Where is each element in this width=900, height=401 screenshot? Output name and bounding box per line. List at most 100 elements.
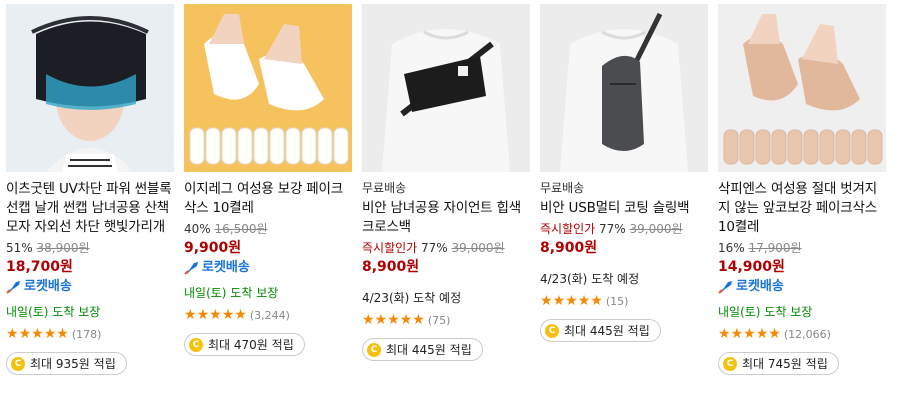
rocket-label: 로켓배송 (24, 279, 72, 294)
original-price: 16,500원 (214, 222, 268, 236)
rocket-badge: 로켓배송 (6, 278, 174, 296)
rating: ★ ★ ★ ★ ★ (15) (540, 293, 708, 309)
product-card[interactable]: 삭피엔스 여성용 절대 벗겨지지 않는 앞코보강 페이크삭스 10켤레 16% … (718, 4, 886, 375)
rocket-label: 로켓배송 (736, 279, 784, 294)
review-count: (3,244) (249, 308, 290, 322)
review-count: (75) (427, 313, 451, 327)
product-image[interactable] (540, 4, 708, 172)
points-badge: C 최대 445원 적립 (362, 338, 483, 361)
star-icon: ★ (730, 326, 744, 342)
instant-discount-label: 즉시할인가 (540, 222, 596, 236)
star-icon: ★ (743, 326, 756, 342)
rocket-icon (718, 281, 732, 294)
product-image[interactable] (184, 4, 352, 172)
rating: ★ ★ ★ ★ ★ (75) (362, 312, 530, 328)
product-card[interactable]: 이츠굿텐 UV차단 파워 썬블록 선캡 날개 썬캡 남녀공용 산책모자 자외선 … (6, 4, 174, 375)
sale-price: 8,900원 (540, 240, 598, 256)
rocket-badge: 로켓배송 (718, 278, 886, 296)
discount-rate: 77% (599, 222, 626, 236)
original-price: 39,000원 (629, 222, 683, 236)
star-icon: ★ (552, 293, 566, 309)
free-shipping-tag: 무료배송 (362, 181, 407, 195)
star-icon: ★ (755, 326, 769, 342)
product-grid: 이츠굿텐 UV차단 파워 썬블록 선캡 날개 썬캡 남녀공용 산책모자 자외선 … (0, 0, 900, 401)
original-price: 38,900원 (36, 241, 90, 255)
coin-icon: C (11, 356, 25, 371)
star-icon: ★ (6, 326, 19, 342)
star-icon: ★ (31, 326, 44, 342)
star-icon: ★ (18, 326, 32, 342)
star-icon: ★ (718, 326, 731, 342)
star-icon: ★ (43, 326, 57, 342)
product-title[interactable]: 비안 USB멀티 코팅 슬링백 (540, 199, 708, 218)
product-title[interactable]: 삭피엔스 여성용 절대 벗겨지지 않는 앞코보강 페이크삭스 10켤레 (718, 180, 886, 237)
delivery-info: 내일(토) 도착 보장 (718, 305, 813, 319)
points-label: 최대 745원 적립 (742, 357, 828, 371)
product-card[interactable]: 이지레그 여성용 보강 페이크삭스 10켤레 40% 16,500원 9,900… (184, 4, 352, 356)
star-icon: ★ (577, 293, 591, 309)
product-image[interactable] (362, 4, 530, 172)
coin-icon: C (723, 356, 737, 371)
price-row: 즉시할인가 77% 39,000원 (540, 221, 708, 237)
star-icon: ★ (234, 307, 247, 323)
product-title[interactable]: 이츠굿텐 UV차단 파워 썬블록 선캡 날개 썬캡 남녀공용 산책모자 자외선 … (6, 180, 174, 237)
product-image[interactable] (718, 4, 886, 172)
star-icon: ★ (56, 326, 69, 342)
product-card[interactable]: 무료배송 비안 USB멀티 코팅 슬링백 즉시할인가 77% 39,000원 8… (540, 4, 708, 342)
product-image[interactable] (6, 4, 174, 172)
review-count: (12,066) (783, 327, 831, 341)
star-icon: ★ (387, 312, 400, 328)
star-icon: ★ (399, 312, 413, 328)
sale-price: 9,900원 (184, 240, 242, 256)
price-row: 16% 17,900원 (718, 240, 886, 256)
star-icon: ★ (768, 326, 781, 342)
coin-icon: C (189, 337, 203, 352)
delivery-info: 4/23(화) 도착 예정 (540, 272, 640, 286)
points-badge: C 최대 445원 적립 (540, 319, 661, 342)
star-rating: ★ ★ ★ ★ ★ (718, 327, 781, 341)
discount-rate: 16% (718, 241, 745, 255)
rocket-icon (184, 262, 198, 275)
star-icon: ★ (184, 307, 197, 323)
price-row: 즉시할인가 77% 39,000원 (362, 240, 530, 256)
star-icon: ★ (374, 312, 388, 328)
discount-rate: 51% (6, 241, 33, 255)
points-label: 최대 445원 적립 (564, 324, 650, 338)
points-badge: C 최대 935원 적립 (6, 352, 127, 375)
rocket-icon (6, 281, 20, 294)
points-badge: C 최대 470원 적립 (184, 333, 305, 356)
free-shipping-tag: 무료배송 (540, 181, 585, 195)
star-icon: ★ (412, 312, 425, 328)
review-count: (178) (71, 327, 102, 341)
star-rating: ★ ★ ★ ★ ★ (6, 327, 69, 341)
star-rating: ★ ★ ★ ★ ★ (362, 313, 425, 327)
product-card[interactable]: 무료배송 비안 남녀공용 자이언트 힙색 크로스백 즉시할인가 77% 39,0… (362, 4, 530, 361)
sale-price: 18,700원 (6, 259, 73, 275)
star-icon: ★ (590, 293, 603, 309)
points-label: 최대 445원 적립 (386, 343, 472, 357)
star-icon: ★ (362, 312, 375, 328)
sale-price: 8,900원 (362, 259, 420, 275)
points-label: 최대 470원 적립 (208, 338, 294, 352)
discount-rate: 40% (184, 222, 211, 236)
sale-price: 14,900원 (718, 259, 785, 275)
star-icon: ★ (540, 293, 553, 309)
rocket-label: 로켓배송 (202, 260, 250, 275)
instant-discount-label: 즉시할인가 (362, 241, 418, 255)
star-icon: ★ (565, 293, 578, 309)
rocket-badge: 로켓배송 (184, 259, 352, 277)
delivery-info: 내일(토) 도착 보장 (184, 286, 279, 300)
star-icon: ★ (209, 307, 222, 323)
discount-rate: 77% (421, 241, 448, 255)
coin-icon: C (545, 323, 559, 338)
star-icon: ★ (196, 307, 210, 323)
product-title[interactable]: 비안 남녀공용 자이언트 힙색 크로스백 (362, 199, 530, 237)
delivery-info: 4/23(화) 도착 예정 (362, 291, 462, 305)
original-price: 39,000원 (451, 241, 505, 255)
original-price: 17,900원 (748, 241, 802, 255)
delivery-info: 내일(토) 도착 보장 (6, 305, 101, 319)
points-label: 최대 935원 적립 (30, 357, 116, 371)
price-row: 40% 16,500원 (184, 221, 352, 237)
rating: ★ ★ ★ ★ ★ (12,066) (718, 326, 886, 342)
product-title[interactable]: 이지레그 여성용 보강 페이크삭스 10켤레 (184, 180, 352, 218)
